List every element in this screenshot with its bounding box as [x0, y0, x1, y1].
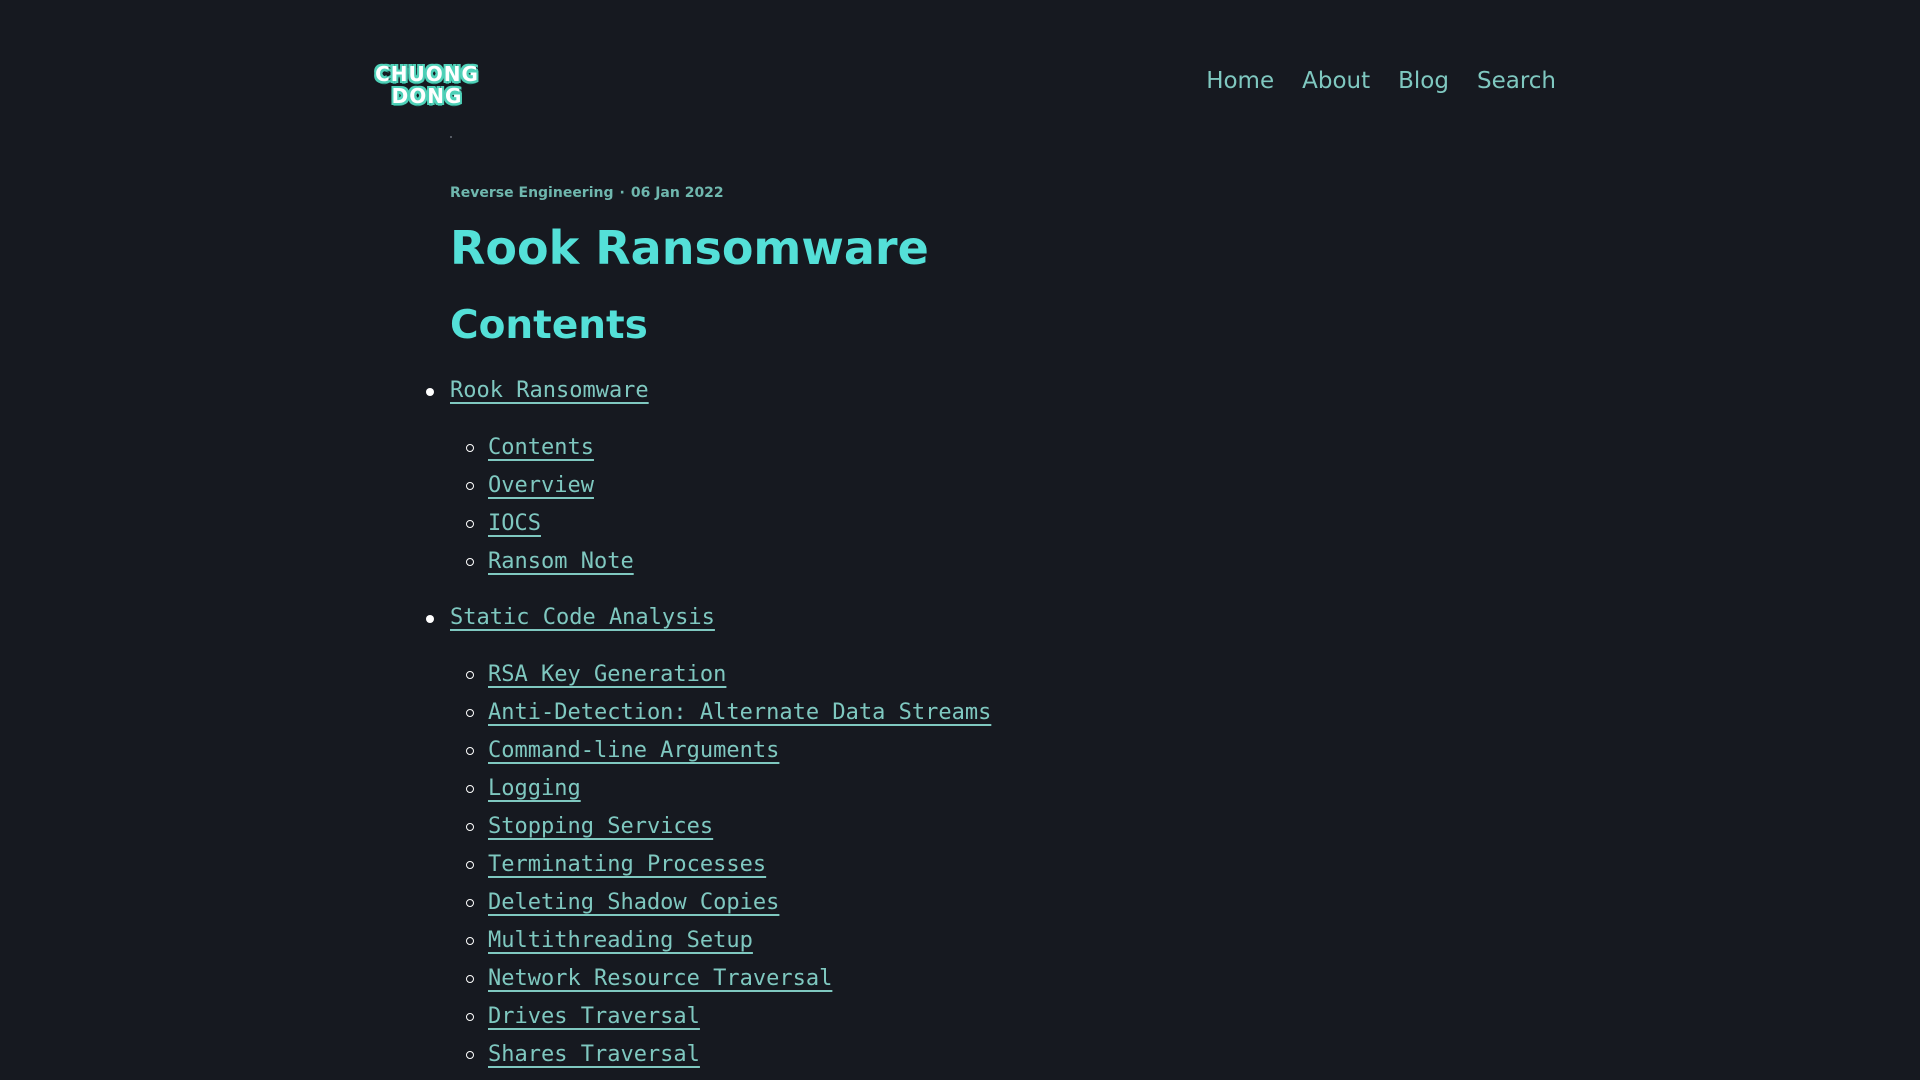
table-of-contents: Rook Ransomware Contents Overview IOCS R… — [426, 372, 1450, 1080]
logo-line-1: CHUONG — [375, 62, 479, 86]
toc-link-deleting-shadow-copies[interactable]: Deleting Shadow Copies — [488, 890, 779, 915]
toc-link-contents[interactable]: Contents — [488, 435, 594, 460]
toc-subitem: Command-line Arguments — [466, 732, 1450, 770]
post-category[interactable]: Reverse Engineering — [450, 185, 614, 201]
toc-item: Rook Ransomware — [426, 372, 1450, 410]
toc-link-multithreading-setup[interactable]: Multithreading Setup — [488, 928, 753, 953]
toc-link-ransom-note[interactable]: Ransom Note — [488, 549, 634, 574]
toc-link-iocs[interactable]: IOCS — [488, 511, 541, 536]
toc-subitem: Deleting Shadow Copies — [466, 884, 1450, 922]
toc-link-rsa-key-generation[interactable]: RSA Key Generation — [488, 662, 726, 687]
toc-subitem: Logging — [466, 770, 1450, 808]
toc-subitem: Ransom Note — [466, 543, 1450, 581]
toc-subitem: Network Resource Traversal — [466, 960, 1450, 998]
nav-link-home[interactable]: Home — [1206, 68, 1274, 94]
toc-link-terminating-processes[interactable]: Terminating Processes — [488, 852, 766, 877]
toc-link-drives-traversal[interactable]: Drives Traversal — [488, 1004, 700, 1029]
toc-sublist: RSA Key Generation Anti-Detection: Alter… — [466, 656, 1450, 1074]
toc-link-stopping-services[interactable]: Stopping Services — [488, 814, 713, 839]
toc-list: Static Code Analysis — [426, 599, 1450, 637]
nav-link-search[interactable]: Search — [1477, 68, 1556, 94]
toc-subitem: Stopping Services — [466, 808, 1450, 846]
toc-link-shares-traversal[interactable]: Shares Traversal — [488, 1042, 700, 1067]
toc-list: Rook Ransomware — [426, 372, 1450, 410]
nav-link-blog[interactable]: Blog — [1398, 68, 1449, 94]
toc-subitem: RSA Key Generation — [466, 656, 1450, 694]
toc-link-rook-ransomware[interactable]: Rook Ransomware — [450, 378, 649, 403]
nav-link-about[interactable]: About — [1302, 68, 1370, 94]
toc-link-static-code-analysis[interactable]: Static Code Analysis — [450, 605, 715, 630]
logo-line-2: DONG — [391, 84, 463, 108]
toc-subitem: Shares Traversal — [466, 1036, 1450, 1074]
toc-subitem: Terminating Processes — [466, 846, 1450, 884]
top-nav: Home About Blog Search — [1206, 68, 1556, 94]
toc-item: Static Code Analysis — [426, 599, 1450, 637]
toc-link-command-line-arguments[interactable]: Command-line Arguments — [488, 738, 779, 763]
toc-subitem: Contents — [466, 429, 1450, 467]
toc-subitem: Overview — [466, 467, 1450, 505]
toc-subitem: Drives Traversal — [466, 998, 1450, 1036]
toc-subitem: Anti-Detection: Alternate Data Streams — [466, 694, 1450, 732]
toc-link-logging[interactable]: Logging — [488, 776, 581, 801]
post-title: Rook Ransomware — [450, 221, 929, 275]
contents-heading: Contents — [450, 303, 648, 348]
toc-subitem: Multithreading Setup — [466, 922, 1450, 960]
toc-link-overview[interactable]: Overview — [488, 473, 594, 498]
toc-link-network-resource-traversal[interactable]: Network Resource Traversal — [488, 966, 832, 991]
post-meta: Reverse Engineering · 06 Jan 2022 — [450, 185, 724, 201]
toc-link-anti-detection[interactable]: Anti-Detection: Alternate Data Streams — [488, 700, 991, 725]
site-logo[interactable]: CHUONG DONG — [370, 62, 484, 108]
decorative-dot — [450, 136, 452, 138]
post-date: 06 Jan 2022 — [630, 185, 724, 201]
meta-separator: · — [619, 185, 625, 201]
toc-sublist: Contents Overview IOCS Ransom Note — [466, 429, 1450, 581]
toc-subitem: IOCS — [466, 505, 1450, 543]
